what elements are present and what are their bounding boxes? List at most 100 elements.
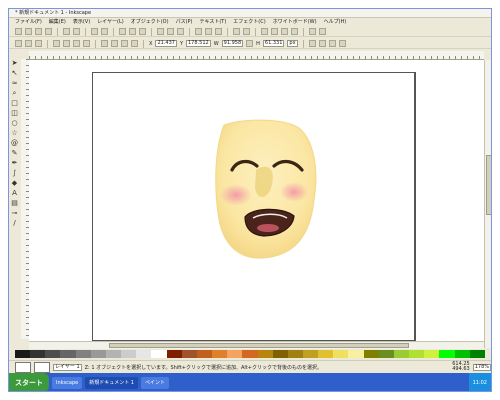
menu-layer[interactable]: レイヤー(L) (97, 18, 124, 26)
zoom-drawing-button[interactable] (167, 28, 174, 35)
drawing-canvas[interactable] (29, 60, 484, 348)
select-all-button[interactable] (15, 40, 22, 47)
layer-select[interactable]: レイヤー 1 (53, 363, 82, 371)
zoom-tool-icon[interactable]: ⌕ (11, 89, 19, 97)
color-swatch[interactable] (136, 350, 152, 358)
gradient-tool-icon[interactable]: ▤ (11, 199, 19, 207)
ellipse-tool-icon[interactable]: ○ (11, 119, 19, 127)
text-font-button[interactable] (271, 28, 278, 35)
scale-stroke-button[interactable] (308, 40, 316, 47)
star-tool-icon[interactable]: ☆ (11, 129, 19, 137)
unit-select[interactable]: px (287, 40, 298, 47)
scale-corners-button[interactable] (318, 40, 326, 47)
color-swatch[interactable] (60, 350, 76, 358)
color-swatch[interactable] (454, 350, 470, 358)
menu-file[interactable]: ファイル(F) (15, 18, 42, 26)
color-swatch[interactable] (348, 350, 364, 358)
color-swatch[interactable] (166, 350, 182, 358)
open-button[interactable] (25, 28, 32, 35)
width-field[interactable]: 91.958 (221, 40, 244, 47)
group-button[interactable] (233, 28, 240, 35)
undo-button[interactable] (91, 28, 98, 35)
menu-view[interactable]: 表示(V) (73, 18, 90, 26)
color-swatch[interactable] (181, 350, 197, 358)
menu-path[interactable]: パス(P) (176, 18, 193, 26)
unlink-clone-button[interactable] (215, 28, 222, 35)
color-swatch[interactable] (90, 350, 106, 358)
color-swatch[interactable] (393, 350, 410, 358)
vertical-scroll-thumb[interactable] (486, 155, 491, 215)
fill-indicator[interactable] (15, 361, 31, 373)
dropper-tool-icon[interactable]: / (11, 219, 19, 227)
print-button[interactable] (45, 28, 52, 35)
color-swatch[interactable] (272, 350, 288, 358)
menu-object[interactable]: オブジェクト(O) (131, 18, 169, 26)
color-swatch[interactable] (318, 350, 334, 358)
lock-icon[interactable] (246, 40, 254, 47)
lower-to-bottom-button[interactable] (131, 40, 138, 47)
selector-tool-icon[interactable]: ➤ (11, 59, 19, 67)
menu-whiteboard[interactable]: ホワイトボード(W) (273, 18, 317, 26)
menu-effects[interactable]: エフェクト(C) (233, 18, 265, 26)
color-swatch[interactable] (363, 350, 379, 358)
pencil-tool-icon[interactable]: ✎ (11, 149, 19, 157)
horizontal-scrollbar[interactable] (29, 341, 484, 349)
cut-button[interactable] (129, 28, 136, 35)
lower-button[interactable] (121, 40, 128, 47)
y-field[interactable]: 178.512 (186, 40, 211, 47)
task-inkscape[interactable]: Inkscape (52, 376, 83, 389)
color-swatch[interactable] (242, 350, 258, 358)
color-swatch[interactable] (105, 350, 122, 358)
color-swatch[interactable] (30, 350, 46, 358)
select-all-layers-button[interactable] (25, 40, 32, 47)
color-swatch[interactable] (75, 350, 91, 358)
preferences-button[interactable] (309, 28, 316, 35)
color-swatch[interactable] (196, 350, 213, 358)
color-swatch[interactable] (212, 350, 228, 358)
start-button[interactable]: スタート (9, 373, 49, 391)
text-tool-icon[interactable]: A (11, 189, 19, 197)
color-swatch[interactable] (45, 350, 61, 358)
move-pattern-button[interactable] (338, 40, 346, 47)
paste-button[interactable] (139, 28, 146, 35)
xml-editor-button[interactable] (281, 28, 288, 35)
export-button[interactable] (73, 28, 80, 35)
rotate-cw-button[interactable] (63, 40, 70, 47)
color-swatch[interactable] (121, 350, 137, 358)
document-properties-button[interactable] (319, 28, 326, 35)
zoom-field[interactable]: 178% (472, 363, 491, 371)
menu-edit[interactable]: 編集(E) (49, 18, 66, 26)
fill-stroke-button[interactable] (261, 28, 268, 35)
height-field[interactable]: 61.331 (262, 40, 285, 47)
duplicate-button[interactable] (195, 28, 202, 35)
color-swatch[interactable] (287, 350, 303, 358)
pen-tool-icon[interactable]: ✒ (11, 159, 19, 167)
color-swatch[interactable] (378, 350, 394, 358)
save-button[interactable] (35, 28, 42, 35)
stroke-indicator[interactable] (34, 361, 50, 373)
x-field[interactable]: 21.437 (155, 40, 177, 47)
zoom-selection-button[interactable] (157, 28, 164, 35)
color-swatch[interactable] (151, 350, 167, 358)
ungroup-button[interactable] (243, 28, 250, 35)
copy-button[interactable] (119, 28, 126, 35)
redo-button[interactable] (101, 28, 108, 35)
flip-vertical-button[interactable] (83, 40, 90, 47)
color-swatch[interactable] (333, 350, 349, 358)
color-swatch[interactable] (409, 350, 425, 358)
menu-help[interactable]: ヘルプ(H) (324, 18, 347, 26)
connector-tool-icon[interactable]: ⊸ (11, 209, 19, 217)
color-swatch[interactable] (424, 350, 440, 358)
import-button[interactable] (63, 28, 70, 35)
color-swatch[interactable] (439, 350, 455, 358)
raise-button[interactable] (111, 40, 118, 47)
calligraphy-tool-icon[interactable]: ∫ (11, 169, 19, 177)
flip-horizontal-button[interactable] (73, 40, 80, 47)
align-distribute-button[interactable] (291, 28, 298, 35)
paint-bucket-tool-icon[interactable]: ◆ (11, 179, 19, 187)
rotate-ccw-button[interactable] (53, 40, 60, 47)
task-paint[interactable]: ペイント (141, 376, 170, 389)
3d-box-tool-icon[interactable]: ◫ (11, 109, 19, 117)
node-tool-icon[interactable]: ↖ (11, 69, 19, 77)
tweak-tool-icon[interactable]: ≈ (11, 79, 19, 87)
